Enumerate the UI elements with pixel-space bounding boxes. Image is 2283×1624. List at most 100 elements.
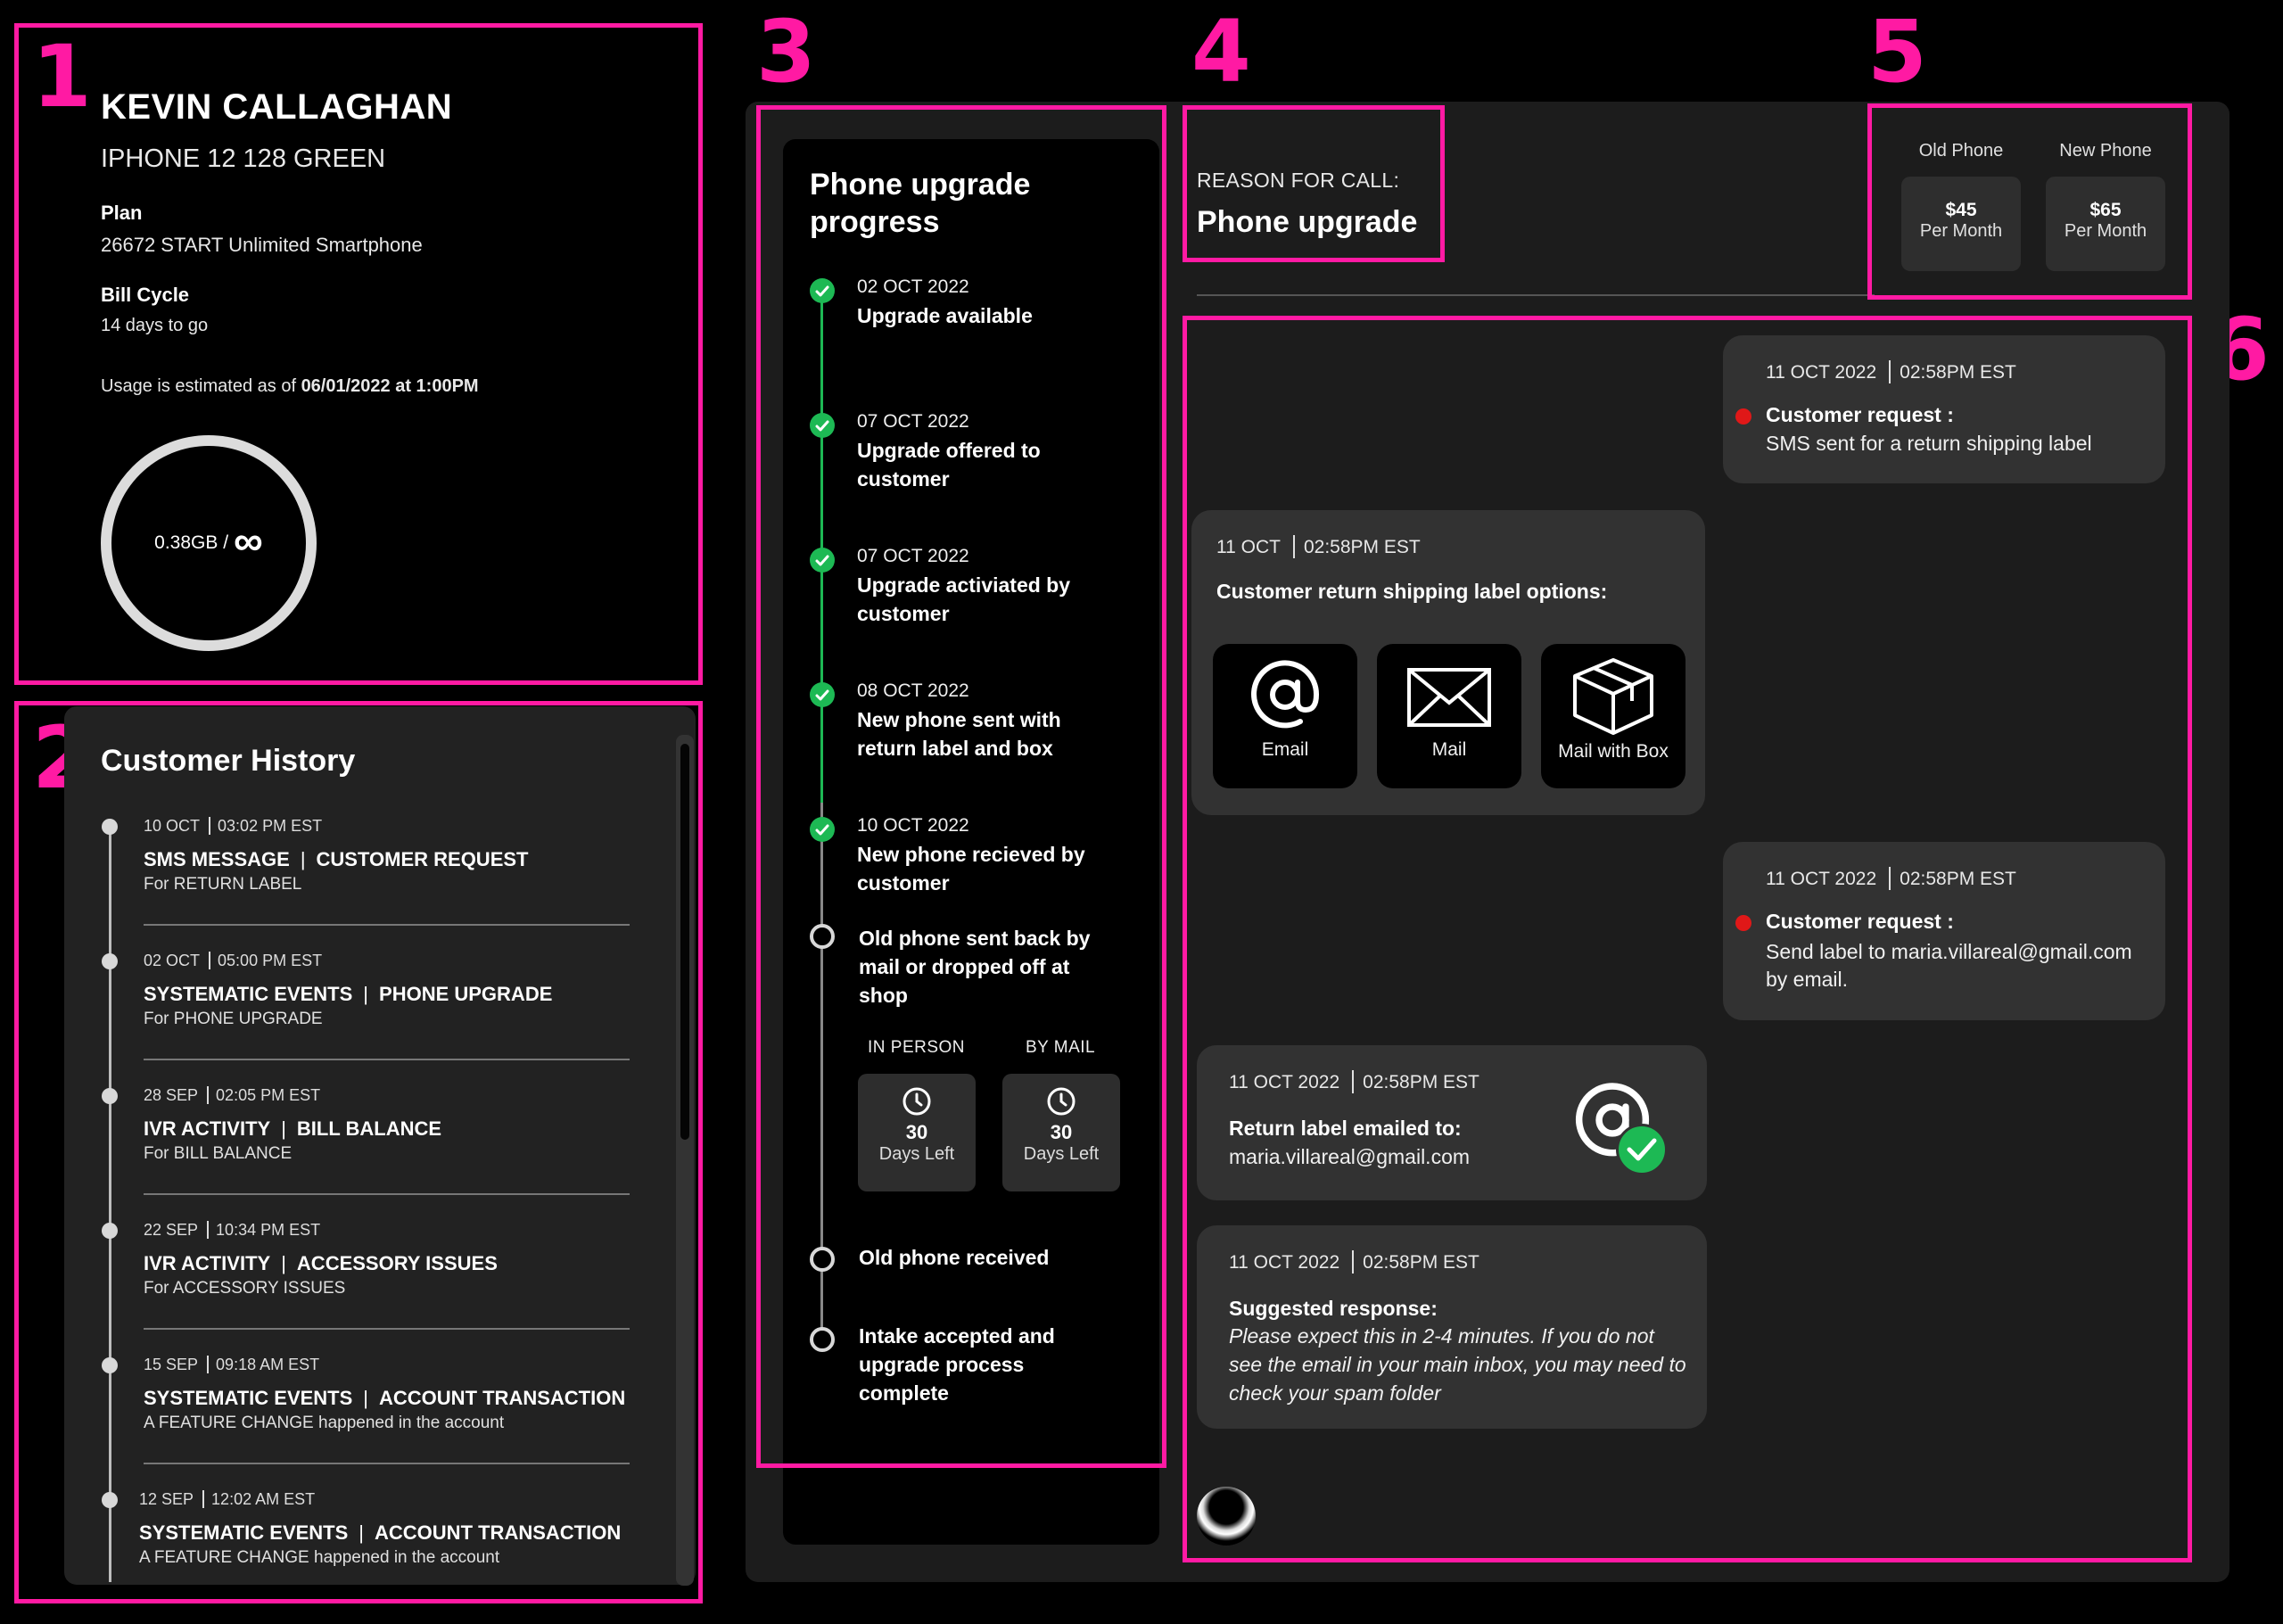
history-heading: SYSTEMATIC EVENTS | ACCOUNT TRANSACTION	[144, 1387, 626, 1409]
history-divider	[144, 1463, 630, 1464]
step-complete-check-icon	[810, 817, 835, 842]
progress-step: 02 OCT 2022 Upgrade available	[857, 276, 1033, 330]
mail-option-button[interactable]: Mail	[1377, 644, 1521, 788]
in-person-days: 30	[905, 1121, 928, 1143]
history-detail: For PHONE UPGRADE	[144, 1010, 323, 1028]
step-label: Upgrade available	[857, 304, 1033, 327]
usage-prefix: Usage is estimated as of	[101, 376, 296, 396]
suggested-response-line3: check your spam folder	[1229, 1381, 1441, 1405]
step-intake-accepted: Intake accepted and upgrade process comp…	[859, 1322, 1055, 1407]
infinity-icon: ∞	[234, 517, 263, 564]
step-complete-check-icon	[810, 548, 835, 573]
annotation-3: 3	[756, 2, 816, 102]
chat-return-label-emailed: 11 OCT 2022 02:58PM EST Return label emai…	[1197, 1045, 1707, 1200]
message-title: Return label emailed to:	[1229, 1117, 1462, 1140]
customer-history-title: Customer History	[101, 744, 356, 778]
step-old-phone-sent-line3: shop	[859, 984, 908, 1007]
message-text-line1: Send label to maria.villareal@gmail.com	[1766, 940, 2132, 963]
envelope-icon	[1407, 668, 1491, 727]
step-pending-dot	[810, 924, 835, 949]
history-detail: For ACCESSORY ISSUES	[144, 1279, 346, 1298]
usage-date: 06/01/2022 at 1:00PM	[301, 376, 479, 396]
new-phone-label: New Phone	[2059, 141, 2152, 161]
history-dot	[102, 1088, 118, 1104]
progress-title-line1: Phone upgrade	[810, 168, 1031, 202]
by-mail-days-card[interactable]: 30 Days Left	[1002, 1074, 1120, 1191]
history-item[interactable]: 22 SEP 10:34 PM EST IVR ACTIVITY | ACCESSORY…	[144, 1221, 498, 1298]
message-date: 11 OCT 2022 02:58PM EST	[1766, 867, 2016, 890]
history-date: 22 SEP 10:34 PM EST	[144, 1221, 321, 1239]
history-item[interactable]: 02 OCT 05:00 PM EST SYSTEMATIC EVENTS | PHON…	[144, 952, 552, 1029]
history-detail: A FEATURE CHANGE happened in the account	[139, 1548, 500, 1567]
suggested-response-text[interactable]: Please expect this in 2-4 minutes. If yo…	[1229, 1322, 1686, 1407]
history-divider	[144, 1328, 630, 1330]
message-text-line2: by email.	[1766, 968, 1849, 991]
step-date: 08 OCT 2022	[857, 680, 969, 701]
plan-label: Plan	[101, 202, 143, 224]
history-heading: SMS MESSAGE | CUSTOMER REQUEST	[144, 848, 529, 870]
message-title: Customer request :	[1766, 910, 1954, 933]
in-person-days-text: Days Left	[878, 1144, 955, 1164]
usage-estimate: Usage is estimated as of 06/01/2022 at 1…	[101, 376, 479, 397]
step-old-phone-sent-line1: Old phone sent back by	[859, 927, 1091, 950]
mail-with-box-option-label: Mail with Box	[1558, 741, 1669, 762]
at-icon	[1251, 660, 1320, 729]
history-divider	[144, 924, 630, 926]
message-date: 11 OCT 2022 02:58PM EST	[1766, 360, 2016, 383]
chat-customer-request-sms: 11 OCT 2022 02:58PM EST Customer request …	[1723, 335, 2165, 483]
history-divider	[144, 1059, 630, 1060]
step-date: 02 OCT 2022	[857, 276, 969, 297]
email-option-button[interactable]: Email	[1213, 644, 1357, 788]
history-item[interactable]: 10 OCT 03:02 PM EST SMS MESSAGE | CUSTOMER R…	[144, 817, 528, 894]
history-divider	[144, 1193, 630, 1195]
step-date: 07 OCT 2022	[857, 546, 969, 566]
history-date: 10 OCT 03:02 PM EST	[144, 817, 323, 835]
chat-shipping-label-options: 11 OCT 02:58PM EST Customer return shippi…	[1191, 510, 1705, 815]
bill-cycle-value: 14 days to go	[101, 316, 209, 335]
step-label: New phone recieved by customer	[857, 843, 1085, 894]
old-phone-label: Old Phone	[1918, 141, 2004, 161]
reason-value: Phone upgrade	[1197, 205, 1418, 239]
progress-complete-line	[820, 291, 823, 803]
box-icon	[1573, 658, 1653, 735]
history-heading: IVR ACTIVITY | BILL BALANCE	[144, 1117, 442, 1140]
history-item[interactable]: 15 SEP 09:18 AM EST SYSTEMATIC EVENTS | ACCO…	[144, 1356, 625, 1433]
message-text: Send label to maria.villareal@gmail.com …	[1766, 938, 2132, 993]
progress-title-line2: progress	[810, 205, 940, 239]
new-phone-price-card: $65 Per Month	[2046, 177, 2165, 271]
step-intake-line3: complete	[859, 1381, 949, 1405]
history-dot	[102, 819, 118, 835]
new-phone-per-month: Per Month	[2064, 221, 2147, 241]
message-date: 11 OCT 02:58PM EST	[1216, 535, 1421, 558]
progress-step: 08 OCT 2022 New phone sent with return lab…	[857, 680, 1061, 763]
step-label: Upgrade activiated by customer	[857, 573, 1071, 625]
step-date: 07 OCT 2022	[857, 411, 969, 432]
history-dot	[102, 1357, 118, 1373]
progress-step: 07 OCT 2022 Upgrade activiated by customer	[857, 546, 1070, 628]
history-item[interactable]: 12 SEP 12:02 AM EST SYSTEMATIC EVENTS | ACCO…	[139, 1490, 621, 1568]
history-item[interactable]: 28 SEP 02:05 PM EST IVR ACTIVITY | BILL BALA…	[144, 1086, 441, 1164]
step-intake-line2: upgrade process	[859, 1353, 1025, 1376]
suggested-response-line1: Please expect this in 2-4 minutes. If yo…	[1229, 1324, 1654, 1348]
alert-dot	[1735, 915, 1751, 931]
customer-name: KEVIN CALLAGHAN	[101, 87, 453, 127]
option-in-person-label: IN PERSON	[868, 1038, 966, 1057]
history-date: 12 SEP 12:02 AM EST	[139, 1490, 316, 1508]
progress-step: 10 OCT 2022 New phone recieved by customer	[857, 815, 1085, 897]
step-old-phone-received: Old phone received	[859, 1246, 1050, 1269]
assistant-avatar[interactable]	[1197, 1487, 1256, 1546]
history-dot	[102, 1223, 118, 1239]
in-person-days-card[interactable]: 30 Days Left	[858, 1074, 976, 1191]
mail-with-box-option-button[interactable]: Mail with Box	[1541, 644, 1685, 788]
by-mail-days: 30	[1050, 1121, 1073, 1143]
history-detail: For RETURN LABEL	[144, 875, 302, 894]
message-title: Customer request :	[1766, 403, 1954, 426]
history-scrollbar-thumb[interactable]	[680, 744, 689, 1140]
history-heading: IVR ACTIVITY | ACCESSORY ISSUES	[144, 1252, 498, 1274]
message-text: SMS sent for a return shipping label	[1766, 432, 2092, 455]
new-phone-price: $65	[2089, 200, 2122, 220]
check-badge-icon	[1616, 1124, 1668, 1175]
progress-step: 07 OCT 2022 Upgrade offered to customer	[857, 411, 1041, 493]
plan-value: 26672 START Unlimited Smartphone	[101, 234, 423, 256]
progress-title: Phone upgrade progress	[810, 166, 1030, 241]
